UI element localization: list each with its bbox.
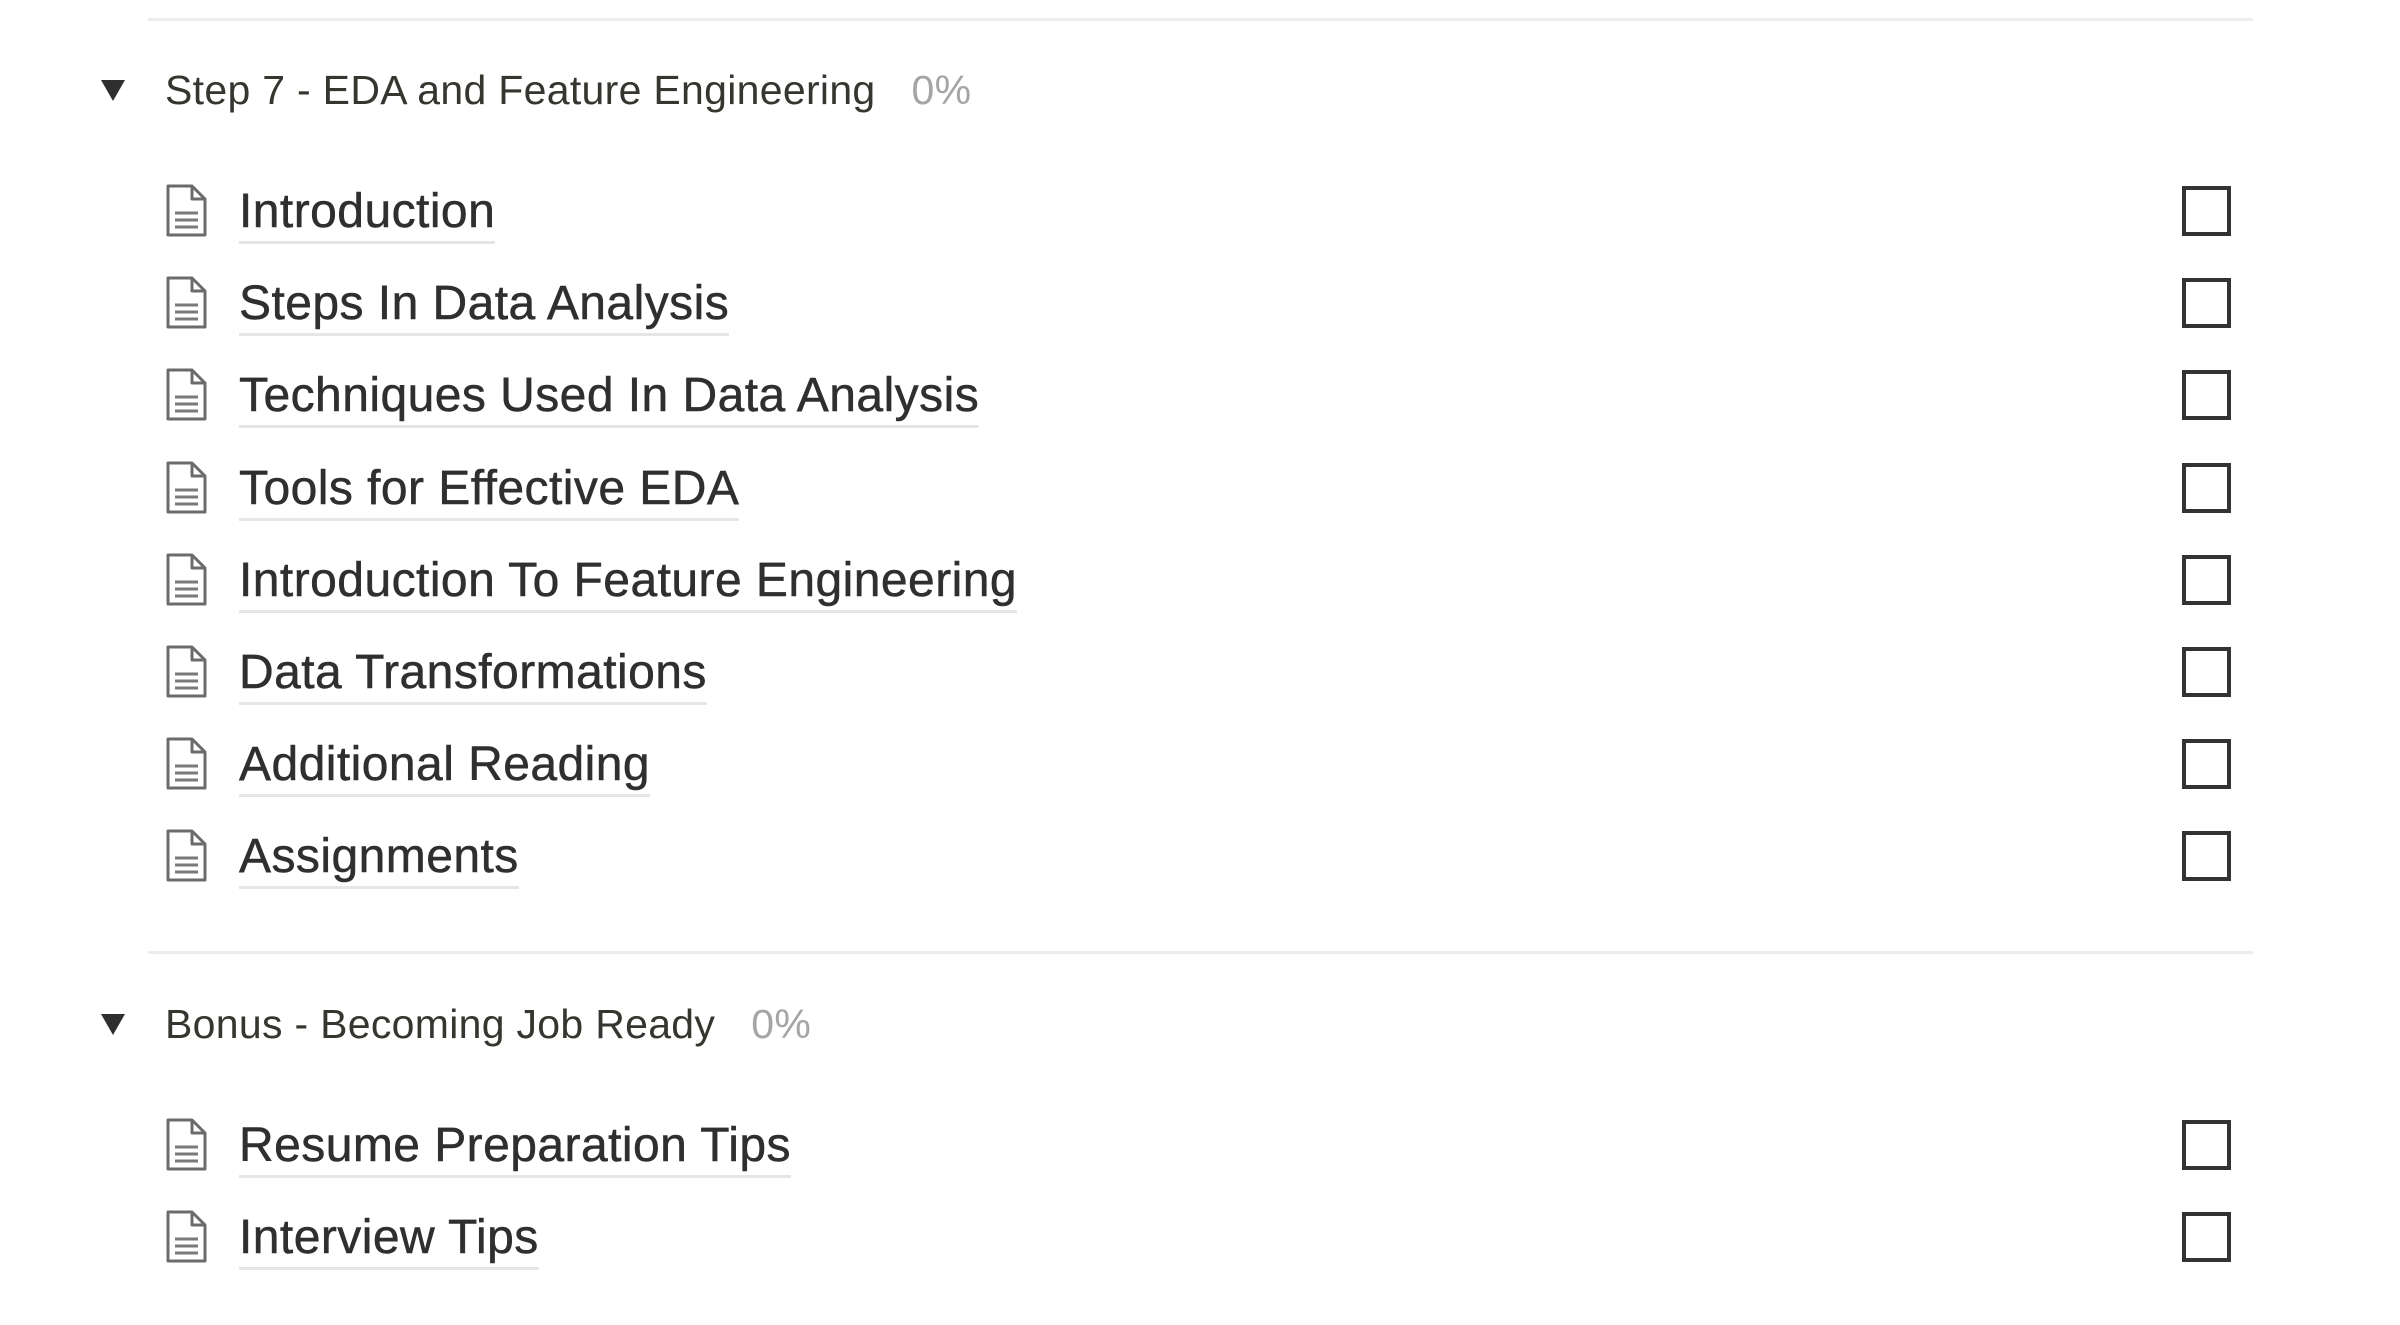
section-divider — [148, 18, 2253, 21]
lesson-link[interactable]: Resume Preparation Tips — [239, 1119, 791, 1178]
section-title: Bonus - Becoming Job Ready 0% — [165, 1000, 811, 1048]
lesson-link[interactable]: Techniques Used In Data Analysis — [239, 369, 980, 428]
completion-checkbox[interactable] — [2182, 555, 2231, 605]
lesson-item: Introduction To Feature Engineering — [160, 552, 2240, 613]
lesson-item: Assignments — [160, 828, 2240, 889]
section-progress: 0% — [751, 1001, 812, 1047]
lesson-link[interactable]: Steps In Data Analysis — [239, 277, 730, 336]
lesson-link[interactable]: Additional Reading — [239, 738, 651, 797]
completion-checkbox[interactable] — [2182, 278, 2231, 328]
page-icon — [165, 460, 208, 515]
lesson-item: Introduction — [160, 183, 2240, 244]
page-icon — [165, 828, 208, 883]
section-progress: 0% — [911, 67, 972, 113]
completion-checkbox[interactable] — [2182, 831, 2231, 881]
lesson-item: Data Transformations — [160, 644, 2240, 705]
section-header-step-7[interactable]: Step 7 - EDA and Feature Engineering 0% — [0, 60, 1200, 120]
section-title: Step 7 - EDA and Feature Engineering 0% — [165, 66, 971, 114]
lesson-item: Steps In Data Analysis — [160, 275, 2240, 336]
page-icon — [165, 367, 208, 422]
completion-checkbox[interactable] — [2182, 463, 2231, 513]
page-icon — [165, 1209, 208, 1264]
page-icon — [165, 183, 208, 238]
lesson-link[interactable]: Tools for Effective EDA — [239, 462, 740, 521]
page-icon — [165, 644, 208, 699]
completion-checkbox[interactable] — [2182, 1212, 2231, 1262]
triangle-down-icon[interactable] — [101, 1014, 125, 1035]
lesson-link[interactable]: Interview Tips — [239, 1211, 539, 1270]
section-divider — [148, 951, 2253, 954]
triangle-down-icon[interactable] — [101, 80, 125, 101]
section-title-text: Bonus - Becoming Job Ready — [165, 1001, 716, 1047]
lesson-link[interactable]: Introduction To Feature Engineering — [239, 554, 1018, 613]
section-header-bonus[interactable]: Bonus - Becoming Job Ready 0% — [0, 994, 1200, 1054]
completion-checkbox[interactable] — [2182, 647, 2231, 697]
lesson-link[interactable]: Data Transformations — [239, 646, 707, 705]
lesson-item: Additional Reading — [160, 736, 2240, 797]
lesson-link[interactable]: Introduction — [239, 185, 496, 244]
page-icon — [165, 1117, 208, 1172]
lesson-item: Tools for Effective EDA — [160, 460, 2240, 521]
completion-checkbox[interactable] — [2182, 1120, 2231, 1170]
page-icon — [165, 552, 208, 607]
section-title-text: Step 7 - EDA and Feature Engineering — [165, 67, 876, 113]
completion-checkbox[interactable] — [2182, 370, 2231, 420]
completion-checkbox[interactable] — [2182, 186, 2231, 236]
lesson-item: Interview Tips — [160, 1209, 2240, 1270]
page-icon — [165, 736, 208, 791]
lesson-item: Resume Preparation Tips — [160, 1117, 2240, 1178]
lesson-link[interactable]: Assignments — [239, 830, 519, 889]
completion-checkbox[interactable] — [2182, 739, 2231, 789]
lesson-item: Techniques Used In Data Analysis — [160, 367, 2240, 428]
page-icon — [165, 275, 208, 330]
